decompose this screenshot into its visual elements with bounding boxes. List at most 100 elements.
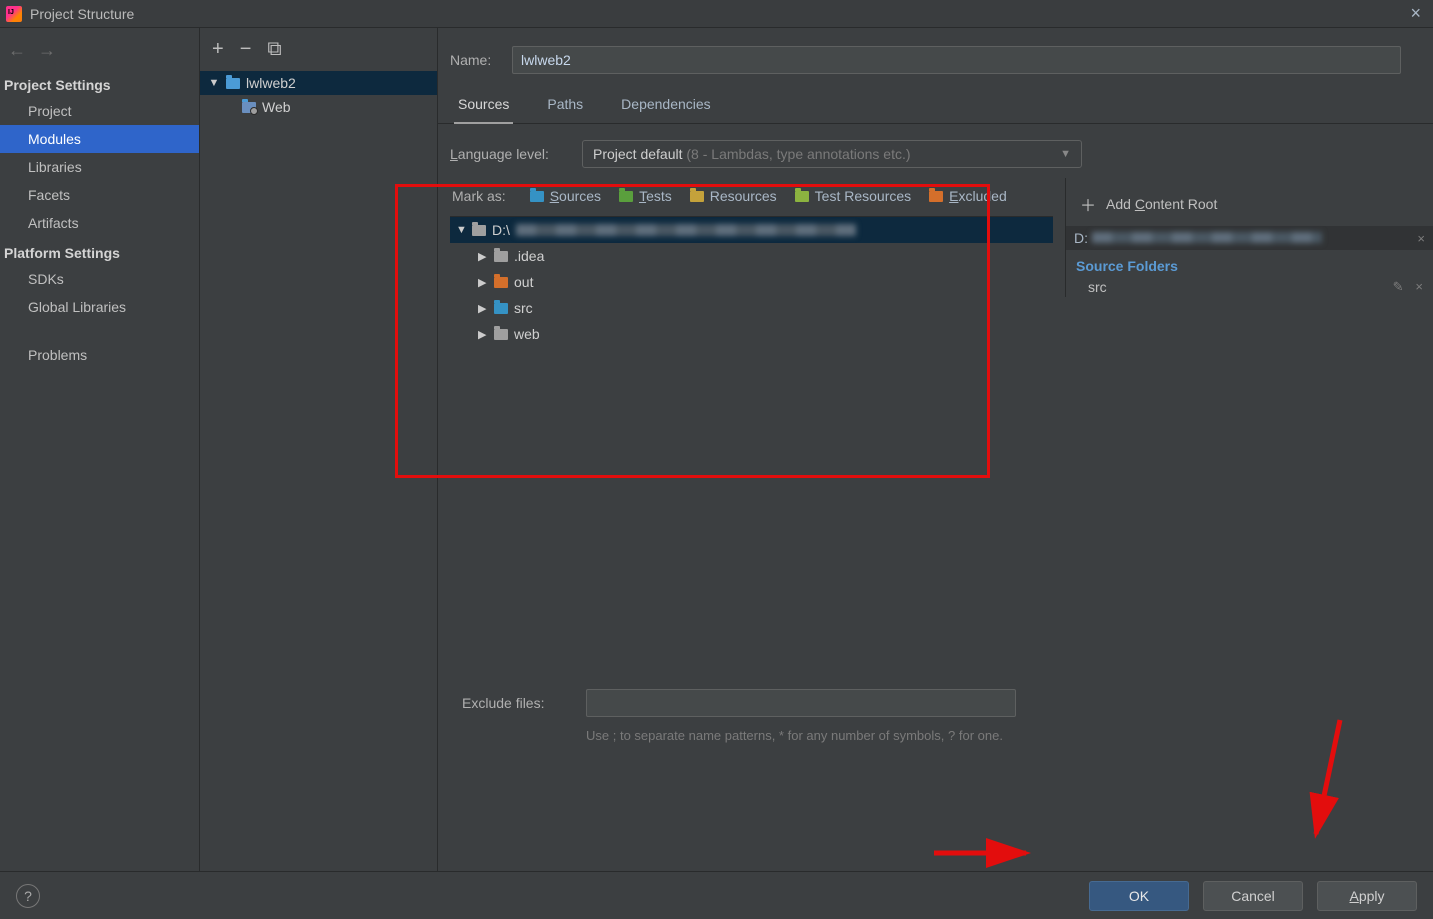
plus-icon: ＋ <box>1080 192 1096 216</box>
ok-button[interactable]: OK <box>1089 881 1189 911</box>
markas-excluded-text: xcluded <box>959 188 1007 204</box>
expand-caret-icon[interactable]: ▼ <box>208 77 220 89</box>
nav-item-libraries[interactable]: Libraries <box>0 153 199 181</box>
apply-mnemonic: A <box>1349 888 1358 904</box>
language-level-hint2: (8 - Lambdas, type annotations etc.) <box>686 146 910 162</box>
tree-item-idea[interactable]: ▶ .idea <box>450 243 1053 269</box>
folder-label: out <box>514 274 533 290</box>
add-content-root-button[interactable]: ＋ Add Content Root <box>1066 178 1433 226</box>
module-facet-row[interactable]: Web <box>200 95 437 119</box>
module-tabs: Sources Paths Dependencies <box>438 84 1433 124</box>
exclude-files-input[interactable] <box>586 689 1016 717</box>
remove-source-icon[interactable]: × <box>1415 279 1423 294</box>
edit-source-icon[interactable]: ✎ <box>1393 279 1404 294</box>
remove-root-icon[interactable]: × <box>1417 231 1425 246</box>
dropdown-caret-icon: ▼ <box>1060 148 1071 160</box>
add-content-root-text2: ontent Root <box>1145 196 1217 212</box>
help-button[interactable]: ? <box>16 884 40 908</box>
nav-item-sdks[interactable]: SDKs <box>0 265 199 293</box>
tree-item-out[interactable]: ▶ out <box>450 269 1053 295</box>
exclude-files-area: Exclude files: Use ; to separate name pa… <box>450 677 1053 751</box>
nav-history-controls: ← → <box>0 28 199 69</box>
module-tree-panel: + − ⧉ ▼ lwlweb2 Web <box>200 28 438 871</box>
markas-sources-button[interactable]: Sources <box>530 188 601 204</box>
markas-sources-mnemonic: S <box>550 188 559 204</box>
markas-excluded-mnemonic: E <box>949 188 958 204</box>
content-root-row[interactable]: ▼ D:\ <box>450 217 1053 243</box>
nav-item-project[interactable]: Project <box>0 97 199 125</box>
module-tree: ▼ lwlweb2 Web <box>200 71 437 871</box>
add-content-root-text1: Add <box>1106 196 1135 212</box>
apply-button[interactable]: Apply <box>1317 881 1417 911</box>
folder-icon <box>494 303 508 314</box>
name-label: Name: <box>450 52 498 68</box>
folder-icon <box>472 225 486 236</box>
markas-resources-button[interactable]: Resources <box>690 188 777 204</box>
redacted-path <box>516 224 856 236</box>
folder-icon <box>494 277 508 288</box>
folder-label: src <box>514 300 533 316</box>
caret-right-icon[interactable]: ▶ <box>478 328 488 341</box>
remove-module-icon[interactable]: − <box>240 38 252 61</box>
dialog-footer: ? OK Cancel Apply <box>0 871 1433 919</box>
markas-sources-text: ources <box>559 188 601 204</box>
markas-test-resources-button[interactable]: Test Resources <box>795 188 911 204</box>
footer-buttons: OK Cancel Apply <box>1089 881 1417 911</box>
nav-item-artifacts[interactable]: Artifacts <box>0 209 199 237</box>
caret-right-icon[interactable]: ▶ <box>478 250 488 263</box>
nav-item-modules[interactable]: Modules <box>0 125 199 153</box>
markas-resources-text: Resources <box>710 188 777 204</box>
source-folders-title: Source Folders <box>1066 250 1433 276</box>
nav-back-icon[interactable]: ← <box>8 40 26 61</box>
resources-folder-icon <box>690 191 704 202</box>
module-facet-label: Web <box>262 99 291 115</box>
content-root-path-row[interactable]: D: × <box>1066 226 1433 250</box>
close-icon[interactable]: × <box>1404 1 1427 26</box>
module-name-input[interactable] <box>512 46 1401 74</box>
nav-forward-icon[interactable]: → <box>38 40 56 61</box>
redacted-path <box>1092 232 1322 243</box>
cancel-button[interactable]: Cancel <box>1203 881 1303 911</box>
title-left-group: Project Structure <box>6 6 134 22</box>
nav-item-facets[interactable]: Facets <box>0 181 199 209</box>
tab-dependencies[interactable]: Dependencies <box>617 90 715 123</box>
content-root-summary: ＋ Add Content Root D: × Source Folders s… <box>1065 178 1433 297</box>
root-path-prefix: D: <box>1074 230 1088 246</box>
exclude-label: Exclude files: <box>462 695 574 711</box>
tree-item-src[interactable]: ▶ src <box>450 295 1053 321</box>
app-icon <box>6 6 22 22</box>
markas-tests-button[interactable]: Tests <box>619 188 672 204</box>
module-folder-icon <box>226 78 240 89</box>
markas-tests-mnemonic: T <box>639 188 646 204</box>
caret-right-icon[interactable]: ▶ <box>478 302 488 315</box>
language-level-select[interactable]: Project default (8 - Lambdas, type annot… <box>582 140 1082 168</box>
tab-sources[interactable]: Sources <box>454 90 513 124</box>
content-root-tree: ▼ D:\ ▶ .idea ▶ out <box>450 216 1053 347</box>
folder-label: .idea <box>514 248 544 264</box>
web-facet-icon <box>242 102 256 113</box>
copy-module-icon[interactable]: ⧉ <box>267 38 281 61</box>
title-bar: Project Structure × <box>0 0 1433 28</box>
module-name-label: lwlweb2 <box>246 75 296 91</box>
caret-down-icon[interactable]: ▼ <box>456 224 466 236</box>
markas-tests-text: ests <box>646 188 672 204</box>
language-level-value: Project default <box>593 146 683 162</box>
markas-test-resources-text: Test Resources <box>815 188 911 204</box>
sources-body: Mark as: Sources Tests Resources <box>438 178 1433 751</box>
apply-text: pply <box>1359 888 1385 904</box>
sources-folder-icon <box>530 191 544 202</box>
tree-item-web[interactable]: ▶ web <box>450 321 1053 347</box>
nav-item-problems[interactable]: Problems <box>0 341 199 369</box>
markas-excluded-button[interactable]: Excluded <box>929 188 1007 204</box>
add-module-icon[interactable]: + <box>212 38 224 61</box>
folder-label: web <box>514 326 540 342</box>
exclude-hint: Use ; to separate name patterns, * for a… <box>462 717 1022 745</box>
nav-item-global-libraries[interactable]: Global Libraries <box>0 293 199 321</box>
tab-paths[interactable]: Paths <box>543 90 587 123</box>
caret-right-icon[interactable]: ▶ <box>478 276 488 289</box>
add-content-root-mnemonic: C <box>1135 196 1145 212</box>
module-name-row: Name: <box>438 28 1433 84</box>
module-tree-row[interactable]: ▼ lwlweb2 <box>200 71 437 95</box>
tests-folder-icon <box>619 191 633 202</box>
mark-as-toolbar: Mark as: Sources Tests Resources <box>450 178 1053 216</box>
